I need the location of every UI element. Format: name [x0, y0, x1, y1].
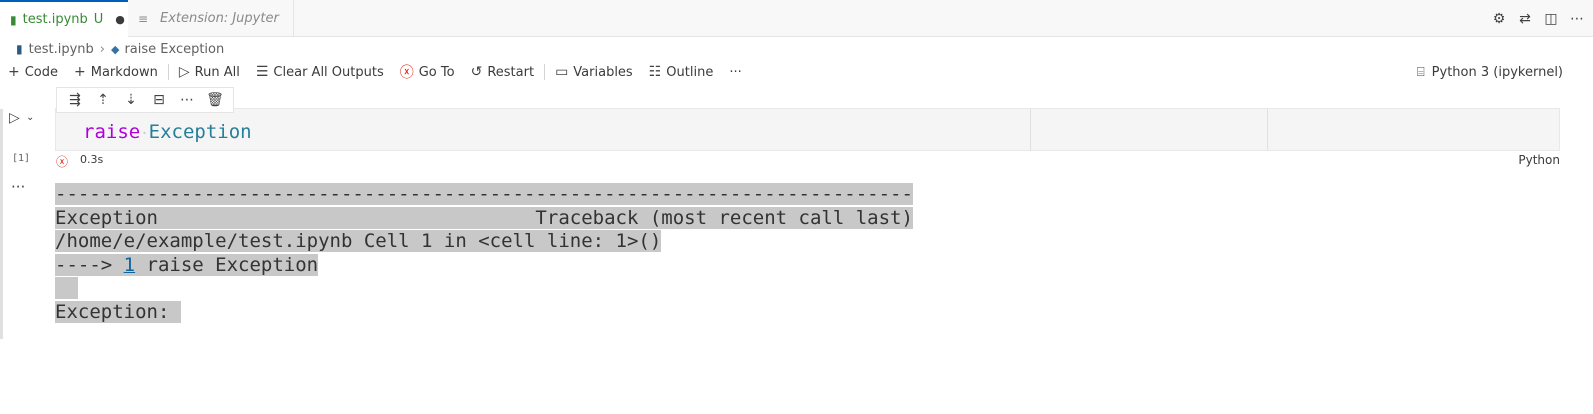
gear-icon[interactable]: ⚙	[1489, 11, 1509, 27]
notebook-toolbar: + Code + Markdown ▷ Run All ☰ Clear All …	[0, 60, 1593, 84]
code-line: raise·Exception	[83, 121, 252, 143]
execute-above-icon[interactable]: ⇡	[89, 92, 117, 108]
output-line: ----> 1 raise Exception	[55, 253, 913, 278]
whitespace-marker: ·	[140, 126, 149, 142]
traceback-code: raise Exception	[135, 253, 319, 276]
clear-all-outputs-label: Clear All Outputs	[273, 64, 384, 80]
code-editor[interactable]: raise·Exception	[55, 108, 1560, 151]
breadcrumb-symbol[interactable]: raise Exception	[124, 42, 224, 57]
variables-label: Variables	[573, 64, 633, 80]
chevron-right-icon: ›	[99, 41, 105, 57]
clear-all-icon: ☰	[255, 64, 269, 80]
editor-tab-bar: ▮ test.ipynb U ● ≡ Extension: Jupyter ⚙ …	[0, 0, 1593, 37]
document-icon: ≡	[138, 11, 149, 26]
tab-actions: ⚙ ⇄ ◫ ⋯	[1489, 0, 1587, 37]
editor-ruler	[1267, 109, 1268, 150]
more-icon[interactable]: ⋯	[1567, 11, 1587, 27]
toolbar-divider	[167, 64, 169, 80]
split-editor-icon[interactable]: ◫	[1541, 11, 1561, 27]
traceback-code-line: ----> 1 raise Exception	[55, 253, 319, 276]
kernel-picker[interactable]: ⌸ Python 3 (ipykernel)	[1417, 60, 1563, 84]
run-all-button[interactable]: ▷ Run All	[171, 61, 248, 83]
run-all-icon: ▷	[178, 64, 190, 80]
execute-below-icon[interactable]: ⇣	[117, 92, 145, 108]
error-circle-icon: ⓧ	[399, 65, 414, 81]
toolbar-divider	[544, 64, 546, 80]
tab-label: Extension: Jupyter	[160, 11, 279, 26]
delete-icon[interactable]: 🗑	[201, 92, 229, 108]
variables-icon: ▭	[555, 64, 569, 80]
notebook-icon: ▮	[16, 42, 23, 56]
cell-output: ----------------------------------------…	[55, 183, 913, 325]
code-class: Exception	[148, 121, 252, 143]
output-line: Exception Traceback (most recent call la…	[55, 206, 913, 231]
output-line: /home/e/example/test.ipynb Cell 1 in <ce…	[55, 230, 913, 254]
chevron-down-icon[interactable]: ⌄	[26, 112, 34, 123]
run-all-label: Run All	[194, 64, 240, 80]
kernel-label: Python 3 (ipykernel)	[1431, 64, 1563, 80]
tab-test-ipynb[interactable]: ▮ test.ipynb U ●	[0, 0, 128, 37]
go-to-label: Go To	[418, 64, 455, 80]
exception-message: Exception:	[55, 300, 181, 323]
output-more-icon[interactable]: ···	[11, 178, 25, 196]
more-actions-button[interactable]: ···	[721, 61, 749, 83]
more-icon: ···	[729, 64, 742, 80]
split-cell-icon[interactable]: ⊟	[145, 92, 173, 108]
cell-toolbar: ⇶ ⇡ ⇣ ⊟ ⋯ 🗑	[56, 87, 234, 113]
traceback-header: Exception Traceback (most recent call la…	[55, 206, 913, 229]
add-markdown-cell-button[interactable]: + Markdown	[66, 61, 166, 83]
add-markdown-label: Markdown	[90, 64, 158, 80]
tab-extension-jupyter[interactable]: ≡ Extension: Jupyter	[128, 0, 294, 37]
untracked-badge: U	[93, 12, 104, 27]
cell-status-bar: ⓧ 0.3s Python	[55, 152, 1560, 170]
cell-focus-indicator	[0, 109, 3, 339]
cell-language[interactable]: Python	[1518, 153, 1560, 167]
breadcrumb: ▮ test.ipynb › ◆ raise Exception	[16, 38, 224, 60]
run-cell-icon[interactable]: ▷	[9, 110, 20, 126]
breadcrumb-file[interactable]: test.ipynb	[29, 42, 94, 57]
plus-icon: +	[8, 64, 20, 80]
restart-button[interactable]: ↺ Restart	[463, 61, 542, 83]
error-circle-icon: ⓧ	[56, 155, 69, 169]
variables-button[interactable]: ▭ Variables	[547, 61, 641, 83]
go-to-button[interactable]: ⓧ Go To	[392, 61, 463, 83]
traceback-line-link[interactable]: 1	[124, 254, 135, 276]
restart-label: Restart	[487, 64, 535, 80]
clear-all-outputs-button[interactable]: ☰ Clear All Outputs	[248, 61, 392, 83]
notebook-icon: ▮	[10, 12, 17, 27]
output-line: ----------------------------------------…	[55, 183, 913, 207]
outline-icon: ☷	[648, 64, 662, 80]
editor-ruler	[1030, 109, 1031, 150]
more-icon[interactable]: ⋯	[173, 92, 201, 108]
python-icon: ◆	[110, 42, 120, 56]
blank-highlight	[55, 277, 78, 300]
compare-icon[interactable]: ⇄	[1515, 11, 1535, 27]
kernel-icon: ⌸	[1416, 64, 1425, 80]
execution-count: [1]	[12, 153, 31, 164]
traceback-arrow: ---->	[55, 253, 124, 276]
execution-time: 0.3s	[80, 153, 104, 166]
add-code-label: Code	[24, 64, 59, 80]
outline-label: Outline	[666, 64, 714, 80]
run-by-line-icon[interactable]: ⇶	[61, 92, 89, 108]
outline-button[interactable]: ☷ Outline	[641, 61, 722, 83]
code-keyword: raise	[83, 121, 141, 143]
unsaved-dot-icon[interactable]: ●	[115, 13, 125, 26]
tab-label: test.ipynb	[22, 12, 88, 27]
traceback-location: /home/e/example/test.ipynb Cell 1 in <ce…	[55, 230, 662, 253]
output-line	[55, 277, 913, 301]
output-line: Exception:	[55, 300, 913, 325]
plus-icon: +	[74, 64, 86, 80]
traceback-separator: ----------------------------------------…	[55, 183, 913, 205]
add-code-cell-button[interactable]: + Code	[0, 61, 66, 83]
restart-icon: ↺	[470, 64, 483, 80]
